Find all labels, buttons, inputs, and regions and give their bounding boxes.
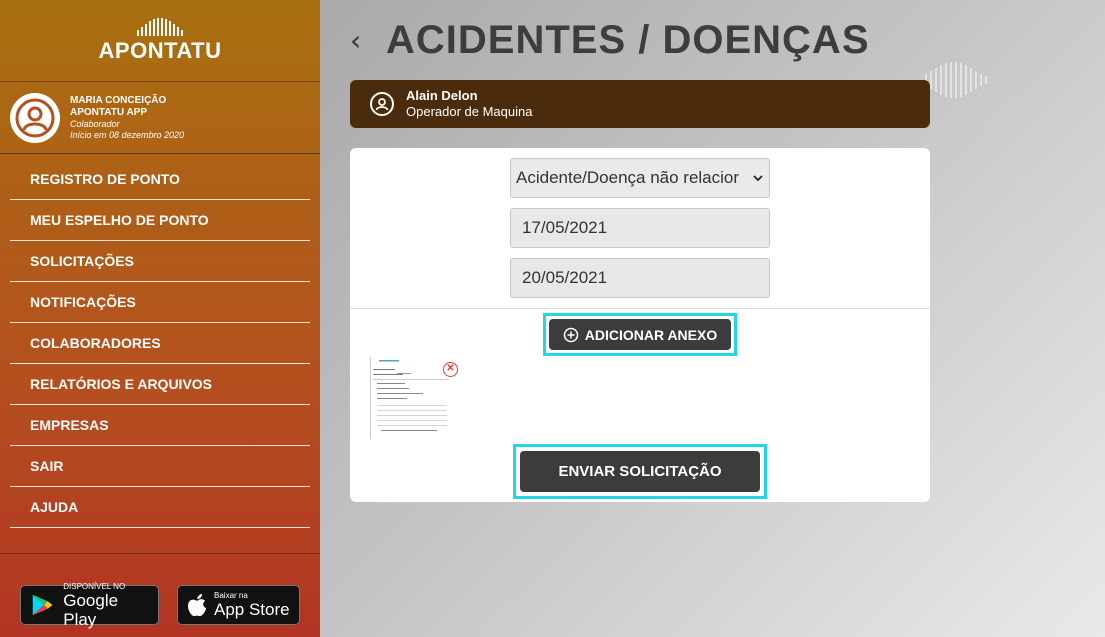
sidebar-item-registro-de-ponto[interactable]: REGISTRO DE PONTO — [10, 159, 310, 200]
chevron-left-icon[interactable]: ‹ — [350, 24, 386, 57]
plus-circle-icon — [563, 327, 578, 342]
divider — [350, 308, 930, 309]
user-company: APONTATU APP — [70, 106, 148, 118]
remove-attachment-icon[interactable]: ✕ — [443, 362, 458, 377]
decorative-bars-icon — [925, 62, 987, 98]
user-role: Colaborador — [70, 118, 120, 129]
apple-icon — [188, 594, 206, 617]
google-play-button[interactable]: DISPONÍVEL NO Google Play — [20, 581, 159, 629]
sidebar-item-notificacoes[interactable]: NOTIFICAÇÕES — [10, 282, 310, 323]
employee-user-icon — [370, 92, 394, 116]
start-date-field[interactable]: 17/05/2021 — [510, 208, 770, 248]
type-select[interactable]: Acidente/Doença não relacior — [510, 158, 770, 198]
attachment-thumbnail[interactable] — [370, 357, 449, 439]
sidebar-item-ajuda[interactable]: AJUDA — [10, 487, 310, 528]
employee-role: Operador de Maquina — [406, 104, 533, 119]
user-profile: MARIA CONCEIçãO APONTATU APP Colaborador… — [0, 82, 320, 154]
sidebar-item-relatorios-e-arquivos[interactable]: RELATÓRIOS E ARQUIVOS — [10, 364, 310, 405]
end-date-field[interactable]: 20/05/2021 — [510, 258, 770, 298]
user-icon — [15, 98, 55, 137]
app-store-small-label: Baixar na — [214, 591, 248, 600]
request-form-card: Acidente/Doença não relacior 17/05/2021 … — [350, 148, 930, 502]
sidebar-item-sair[interactable]: SAIR — [10, 446, 310, 487]
page-title: ACIDENTES / DOENÇAS — [386, 18, 870, 62]
google-play-icon — [32, 594, 53, 616]
employee-banner: Alain Delon Operador de Maquina — [350, 80, 930, 128]
google-play-small-label: DISPONÍVEL NO — [63, 581, 126, 591]
user-name: MARIA CONCEIçãO — [70, 94, 167, 106]
sidebar-item-meu-espelho-de-ponto[interactable]: MEU ESPELHO DE PONTO — [10, 200, 310, 241]
app-store-button[interactable]: Baixar na App Store — [177, 585, 300, 625]
chevron-down-icon — [753, 171, 763, 185]
sidebar-menu: REGISTRO DE PONTO MEU ESPELHO DE PONTO S… — [10, 154, 310, 528]
user-since: Início em 08 dezembro 2020 — [70, 129, 185, 140]
sidebar-item-colaboradores[interactable]: COLABORADORES — [10, 323, 310, 364]
submit-request-button[interactable]: ENVIAR SOLICITAÇÃO — [520, 451, 760, 492]
avatar[interactable] — [10, 92, 60, 143]
sidebar-item-solicitacoes[interactable]: SOLICITAÇÕES — [10, 241, 310, 282]
add-attachment-button[interactable]: ADICIONAR ANEXO — [549, 319, 731, 350]
employee-name: Alain Delon — [406, 88, 478, 103]
add-attachment-label: ADICIONAR ANEXO — [584, 326, 718, 343]
document-preview-icon — [373, 360, 449, 431]
type-select-value: Acidente/Doença não relacior — [516, 168, 740, 187]
store-badges: DISPONÍVEL NO Google Play Baixar na App … — [0, 553, 320, 637]
logo-bars-icon — [137, 17, 183, 36]
sidebar: APONTATU MARIA CONCEIçãO APONTATU APP Co… — [0, 0, 320, 637]
brand-logo[interactable]: APONTATU — [0, 0, 320, 82]
sidebar-item-empresas[interactable]: EMPRESAS — [10, 405, 310, 446]
app-store-label: App Store — [214, 600, 290, 619]
page-header: ‹ ACIDENTES / DOENÇAS — [350, 18, 870, 63]
brand-name: APONTATU — [98, 37, 222, 63]
google-play-label: Google Play — [63, 590, 119, 629]
